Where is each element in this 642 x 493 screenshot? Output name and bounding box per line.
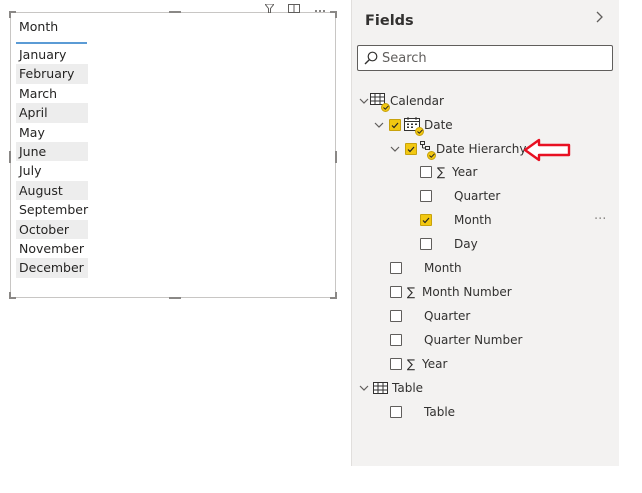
checkbox-date-hierarchy[interactable] <box>405 143 417 155</box>
tree-item-date[interactable]: Date <box>373 114 453 136</box>
table-row: December <box>16 258 88 278</box>
tree-label: Day <box>454 237 478 251</box>
more-options-ellipsis[interactable]: ··· <box>594 212 606 227</box>
tree-item-month[interactable]: Month <box>390 257 462 279</box>
calendar-icon <box>404 117 424 136</box>
checkmark-badge-icon <box>415 127 424 136</box>
table-visual[interactable]: Month January February March April May J… <box>9 3 337 299</box>
tree-label: Date Hierarchy <box>436 142 527 156</box>
tree-label: Month Number <box>422 285 512 299</box>
red-arrow-annotation <box>523 138 571 162</box>
table-row: February <box>16 64 88 84</box>
table-icon <box>370 93 390 112</box>
table-row: April <box>16 103 88 123</box>
resize-handle-top-right[interactable] <box>330 11 337 18</box>
table-row: January <box>19 47 67 62</box>
tree-label: Month <box>454 213 492 227</box>
table-row: October <box>16 219 88 239</box>
sigma-icon: ∑ <box>406 357 416 371</box>
checkbox-table-field[interactable] <box>390 406 402 418</box>
checkbox-quarter-hierarchy[interactable] <box>420 190 432 202</box>
tree-label: Quarter <box>424 309 471 323</box>
checkbox-month-number[interactable] <box>390 286 402 298</box>
tree-label: Table <box>392 381 424 395</box>
tree-item-table[interactable]: Table <box>358 377 423 399</box>
tree-item-year-hierarchy[interactable]: ∑ Year <box>420 161 477 183</box>
tree-label: Table <box>424 405 456 419</box>
table-row: November <box>19 240 85 256</box>
tree-label: Calendar <box>390 94 444 108</box>
focus-mode-icon[interactable] <box>288 4 300 15</box>
chevron-down-icon[interactable] <box>389 146 401 152</box>
tree-label: Year <box>422 357 448 371</box>
resize-handle-bottom[interactable] <box>169 297 181 299</box>
tree-label: Quarter <box>454 189 501 203</box>
table-row: August <box>16 180 88 201</box>
checkmark-badge-icon <box>427 151 436 160</box>
checkbox-quarter-number[interactable] <box>390 334 402 346</box>
tree-label: Month <box>424 261 462 275</box>
table-row: May <box>19 124 45 140</box>
table-row: July <box>19 163 42 179</box>
tree-item-quarter[interactable]: Quarter <box>390 305 470 327</box>
tree-item-year[interactable]: ∑ Year <box>390 353 447 375</box>
tree-item-month-number[interactable]: ∑ Month Number <box>390 281 512 303</box>
checkbox-date[interactable] <box>389 119 401 131</box>
checkbox-year-hierarchy[interactable] <box>420 166 432 178</box>
tree-item-table-field[interactable]: Table <box>390 401 455 423</box>
resize-handle-right[interactable] <box>335 151 337 163</box>
table-icon <box>373 382 388 394</box>
resize-handle-top-left[interactable] <box>9 11 16 18</box>
chevron-down-icon[interactable] <box>373 122 385 128</box>
tree-label: Date <box>424 118 453 132</box>
resize-handle-top[interactable] <box>169 11 181 13</box>
filter-icon[interactable] <box>263 3 276 15</box>
more-options-icon[interactable] <box>314 5 326 15</box>
checkbox-day-hierarchy[interactable] <box>420 238 432 250</box>
tree-item-month-hierarchy[interactable]: Month <box>420 209 492 231</box>
chevron-down-icon[interactable] <box>358 385 370 391</box>
tree-item-date-hierarchy[interactable]: Date Hierarchy <box>389 138 527 160</box>
checkmark-badge-icon <box>381 103 390 112</box>
table-rows: January February March April May June Ju… <box>16 45 88 278</box>
checkbox-month[interactable] <box>390 262 402 274</box>
fields-pane-title: Fields <box>365 13 414 29</box>
sigma-icon: ∑ <box>436 165 446 179</box>
search-input[interactable] <box>382 49 607 67</box>
chevron-down-icon[interactable] <box>358 98 370 104</box>
fields-search-box[interactable] <box>357 45 613 71</box>
tree-item-calendar[interactable]: Calendar <box>358 90 444 112</box>
tree-label: Year <box>452 165 478 179</box>
checkbox-quarter[interactable] <box>390 310 402 322</box>
table-row: March <box>19 85 58 101</box>
resize-handle-bottom-left[interactable] <box>9 292 16 299</box>
tree-label: Quarter Number <box>424 333 523 347</box>
table-row: June <box>16 141 88 162</box>
checkbox-year[interactable] <box>390 358 402 370</box>
checkbox-month-hierarchy[interactable] <box>420 214 432 226</box>
resize-handle-bottom-right[interactable] <box>330 292 337 299</box>
column-header-month[interactable]: Month <box>16 18 87 44</box>
sigma-icon: ∑ <box>406 285 416 299</box>
tree-item-day-hierarchy[interactable]: Day <box>420 233 478 255</box>
collapse-pane-chevron-icon[interactable] <box>596 9 604 27</box>
tree-item-quarter-number[interactable]: Quarter Number <box>390 329 522 351</box>
tree-item-quarter-hierarchy[interactable]: Quarter <box>420 185 500 207</box>
hierarchy-icon <box>420 141 436 160</box>
table-row: September <box>19 202 89 218</box>
resize-handle-left[interactable] <box>9 151 11 163</box>
search-icon <box>364 51 378 65</box>
visual-header-icons <box>263 3 326 15</box>
